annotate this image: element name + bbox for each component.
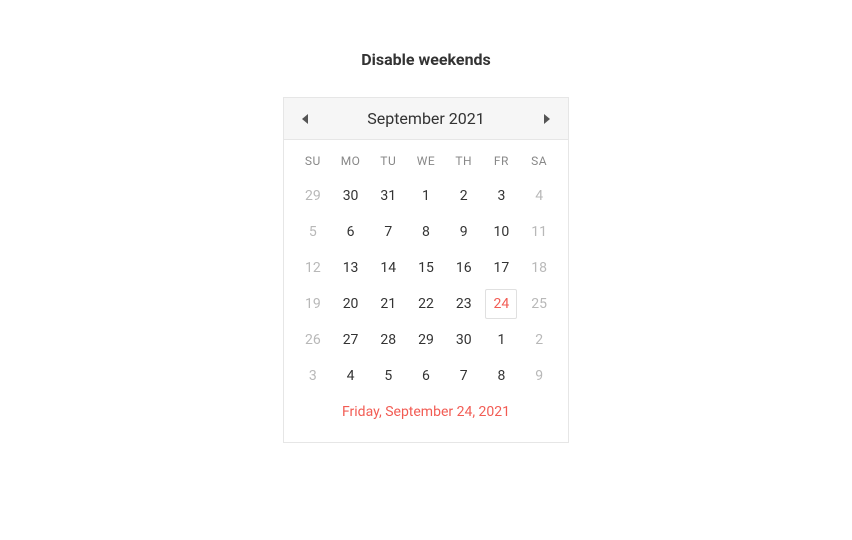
selected-date-label: Friday, September 24, 2021 xyxy=(294,394,558,430)
day-cell[interactable]: 24 xyxy=(483,286,521,322)
day-cell[interactable]: 10 xyxy=(483,214,521,250)
day-cell[interactable]: 2 xyxy=(445,178,483,214)
day-cell: 5 xyxy=(294,214,332,250)
day-cell[interactable]: 29 xyxy=(407,322,445,358)
day-cell[interactable]: 8 xyxy=(483,358,521,394)
chevron-left-icon xyxy=(302,109,310,128)
day-cell[interactable]: 15 xyxy=(407,250,445,286)
day-cell[interactable]: 8 xyxy=(407,214,445,250)
calendar-body: SUMOTUWETHFRSA 2930311234567891011121314… xyxy=(284,140,568,442)
day-cell[interactable]: 22 xyxy=(407,286,445,322)
weekday-header: SA xyxy=(520,148,558,174)
day-cell[interactable]: 1 xyxy=(483,322,521,358)
day-cell[interactable]: 6 xyxy=(332,214,370,250)
calendar-header: September 2021 xyxy=(284,98,568,140)
day-cell: 3 xyxy=(294,358,332,394)
month-year-label[interactable]: September 2021 xyxy=(367,109,485,128)
day-cell[interactable]: 7 xyxy=(369,214,407,250)
day-cell: 4 xyxy=(520,178,558,214)
prev-month-button[interactable] xyxy=(296,109,316,129)
day-cell[interactable]: 23 xyxy=(445,286,483,322)
day-cell[interactable]: 20 xyxy=(332,286,370,322)
weekday-row: SUMOTUWETHFRSA xyxy=(294,148,558,174)
day-cell: 2 xyxy=(520,322,558,358)
next-month-button[interactable] xyxy=(536,109,556,129)
weekday-header: WE xyxy=(407,148,445,174)
day-cell[interactable]: 27 xyxy=(332,322,370,358)
day-cell[interactable]: 16 xyxy=(445,250,483,286)
day-cell: 12 xyxy=(294,250,332,286)
day-cell[interactable]: 30 xyxy=(332,178,370,214)
day-cell: 18 xyxy=(520,250,558,286)
day-cell[interactable]: 17 xyxy=(483,250,521,286)
day-cell: 29 xyxy=(294,178,332,214)
day-cell: 25 xyxy=(520,286,558,322)
day-cell[interactable]: 5 xyxy=(369,358,407,394)
day-cell[interactable]: 1 xyxy=(407,178,445,214)
day-cell: 26 xyxy=(294,322,332,358)
weekday-header: SU xyxy=(294,148,332,174)
weekday-header: TU xyxy=(369,148,407,174)
weekday-header: TH xyxy=(445,148,483,174)
calendar-widget: September 2021 SUMOTUWETHFRSA 2930311234… xyxy=(283,97,569,443)
day-cell[interactable]: 30 xyxy=(445,322,483,358)
day-cell: 9 xyxy=(520,358,558,394)
day-cell[interactable]: 31 xyxy=(369,178,407,214)
day-cell[interactable]: 9 xyxy=(445,214,483,250)
day-cell[interactable]: 14 xyxy=(369,250,407,286)
page-title: Disable weekends xyxy=(361,50,491,69)
weekday-header: FR xyxy=(483,148,521,174)
days-grid: 2930311234567891011121314151617181920212… xyxy=(294,178,558,394)
day-cell[interactable]: 28 xyxy=(369,322,407,358)
day-cell[interactable]: 4 xyxy=(332,358,370,394)
day-cell[interactable]: 7 xyxy=(445,358,483,394)
day-cell[interactable]: 21 xyxy=(369,286,407,322)
day-cell: 11 xyxy=(520,214,558,250)
day-cell[interactable]: 6 xyxy=(407,358,445,394)
chevron-right-icon xyxy=(542,109,550,128)
day-cell[interactable]: 3 xyxy=(483,178,521,214)
weekday-header: MO xyxy=(332,148,370,174)
day-cell[interactable]: 13 xyxy=(332,250,370,286)
day-cell: 19 xyxy=(294,286,332,322)
